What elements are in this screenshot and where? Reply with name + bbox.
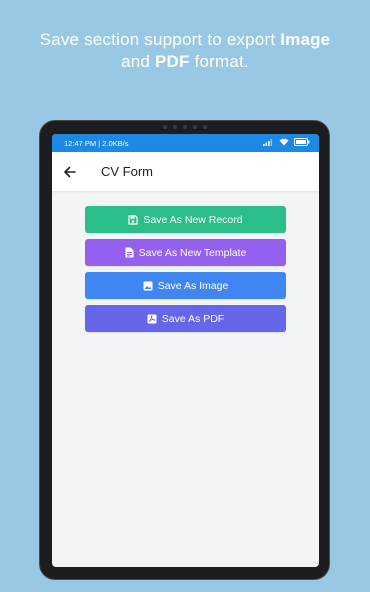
- page-title: CV Form: [101, 164, 153, 179]
- save-as-image-button[interactable]: Save As Image: [85, 272, 286, 299]
- headline-line-1: Save section support to export Image: [0, 29, 370, 51]
- button-label: Save As Image: [157, 279, 229, 292]
- signal-icon: [263, 138, 274, 148]
- save-as-new-record-button[interactable]: Save As New Record: [85, 206, 286, 233]
- app-bar: CV Form: [52, 152, 319, 191]
- button-label: Save As PDF: [161, 312, 225, 325]
- headline-text: and: [121, 52, 156, 71]
- camera-sensors: [162, 125, 207, 129]
- button-label: Save As New Template: [138, 246, 247, 259]
- battery-icon: [294, 138, 310, 148]
- image-icon: [143, 281, 153, 290]
- save-icon: [128, 214, 138, 225]
- headline-line-2: and PDF format.: [0, 51, 370, 73]
- promo-headline: Save section support to export Image and…: [0, 29, 370, 73]
- save-as-pdf-button[interactable]: Save As PDF: [85, 305, 286, 332]
- status-bar: 12:47 PM | 2.0KB/s: [52, 134, 319, 152]
- back-arrow-icon[interactable]: [62, 164, 78, 180]
- status-time-speed: 12:47 PM | 2.0KB/s: [64, 138, 129, 148]
- save-options-list: Save As New Record Save As New Template …: [85, 206, 286, 338]
- save-as-new-template-button[interactable]: Save As New Template: [85, 239, 286, 266]
- headline-text: Save section support to export: [39, 30, 281, 49]
- headline-text: format.: [189, 52, 249, 71]
- headline-bold-image: Image: [280, 30, 331, 49]
- headline-bold-pdf: PDF: [155, 52, 190, 71]
- tablet-frame: 12:47 PM | 2.0KB/s CV Form Save As New R…: [39, 120, 330, 580]
- status-icons: [263, 138, 310, 148]
- pdf-icon: [147, 314, 157, 323]
- document-icon: [125, 247, 134, 258]
- button-label: Save As New Record: [143, 213, 243, 226]
- app-screen: 12:47 PM | 2.0KB/s CV Form Save As New R…: [52, 134, 319, 567]
- wifi-icon: [279, 138, 289, 148]
